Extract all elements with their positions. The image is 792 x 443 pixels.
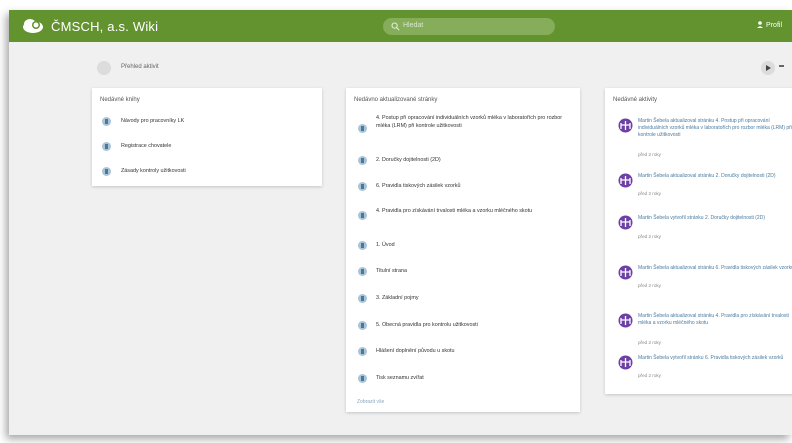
activity-time: před 2 roky <box>638 373 661 378</box>
app-window: ČMSCH, a.s. Wiki Hledat Profil Přehled a… <box>9 10 792 435</box>
activity-time: před 2 roky <box>638 234 661 239</box>
activity-time: před 2 roky <box>638 283 661 288</box>
page-label: 4. Pravidla pro získávání trvalosti mlék… <box>376 208 533 214</box>
activity-text[interactable]: Martin Šebela vytvořil stránku 6. Pravid… <box>638 355 792 362</box>
page-label: 5. Obecná pravidla pro kontrolu užitkovo… <box>376 322 478 328</box>
activity-icon <box>618 118 633 133</box>
activity-text[interactable]: Martin Šebela aktualizoval stránku 2. Do… <box>638 173 792 180</box>
recent-books-card: Nedávné knihy Návody pro pracovníky LK R… <box>92 88 322 186</box>
book-icon <box>102 117 111 126</box>
page-label: Titulní strana <box>376 268 407 274</box>
page-icon <box>358 211 367 220</box>
activity-time: před 2 roky <box>638 340 661 345</box>
page-label: Tisk seznamu zvířat <box>376 375 424 381</box>
book-icon <box>102 167 111 176</box>
activity-icon <box>618 173 633 188</box>
user-icon <box>757 21 764 28</box>
cloud-logo-icon[interactable] <box>22 18 44 34</box>
activity-text[interactable]: Martin Šebela aktualizoval stránku 4. Po… <box>638 118 792 139</box>
activity-icon <box>618 355 633 370</box>
book-label: Zásady kontroly užitkovosti <box>121 168 186 174</box>
search-input[interactable]: Hledat <box>383 18 555 35</box>
search-placeholder: Hledat <box>403 22 424 29</box>
user-menu[interactable]: Profil <box>757 21 782 29</box>
activity-time: před 2 roky <box>638 191 661 196</box>
book-icon <box>102 142 111 151</box>
activity-time: před 2 roky <box>638 152 661 157</box>
page-icon <box>358 321 367 330</box>
page-label: Hlášení doplnění původu u skotu <box>376 348 455 354</box>
play-button[interactable] <box>761 61 775 75</box>
recent-pages-title: Nedávno aktualizované stránky <box>354 97 438 103</box>
book-label: Registrace chovatele <box>121 143 172 149</box>
breadcrumb-label: Přehled aktivit <box>121 64 159 70</box>
activity-icon <box>618 265 633 280</box>
page-label: 6. Pravidla tiskových zásilek vzorků <box>376 183 461 189</box>
page-icon <box>358 347 367 356</box>
overflow-icon <box>779 65 784 67</box>
activity-text[interactable]: Martin Šebela vytvořil stránku 2. Doručk… <box>638 215 792 222</box>
page-icon <box>358 124 367 133</box>
activity-icon <box>618 313 633 328</box>
book-label: Návody pro pracovníky LK <box>121 118 185 124</box>
page-icon <box>358 182 367 191</box>
top-bar: ČMSCH, a.s. Wiki Hledat Profil <box>9 10 792 42</box>
activity-text[interactable]: Martin Šebela aktualizoval stránku 6. Pr… <box>638 265 792 272</box>
home-icon <box>97 61 111 75</box>
page-icon <box>358 294 367 303</box>
page-icon <box>358 267 367 276</box>
page-label: 2. Doručky dojitelnosti (2D) <box>376 157 441 163</box>
app-title[interactable]: ČMSCH, a.s. Wiki <box>51 19 158 34</box>
page-label: 1. Úvod <box>376 242 395 248</box>
page-icon <box>358 374 367 383</box>
page-icon <box>358 241 367 250</box>
search-icon <box>391 22 400 31</box>
recent-pages-card: Nedávno aktualizované stránky 4. Postup … <box>346 88 580 412</box>
recent-activity-title: Nedávné aktivity <box>613 97 658 103</box>
page-label: 3. Základní pojmy <box>376 295 419 301</box>
activity-text[interactable]: Martin Šebela aktualizoval stránku 4. Pr… <box>638 313 792 327</box>
page-icon <box>358 156 367 165</box>
recent-activity-card: Nedávné aktivity Martin Šebela aktualizo… <box>605 88 792 394</box>
recent-books-title: Nedávné knihy <box>100 97 140 103</box>
page-label: 4. Postup při opracování individuálních … <box>376 115 563 129</box>
view-all-link[interactable]: Zobrazit vše <box>357 399 384 405</box>
activity-icon <box>618 215 633 230</box>
user-label: Profil <box>766 22 782 29</box>
